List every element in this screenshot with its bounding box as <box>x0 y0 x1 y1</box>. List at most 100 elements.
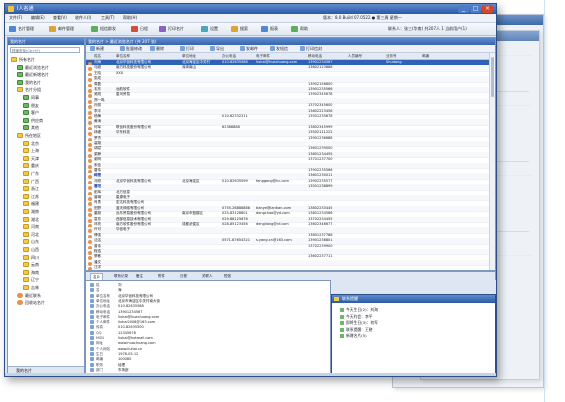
field-value[interactable]: 12345678 <box>118 331 136 335</box>
tree-item[interactable]: 名片分组 <box>17 86 41 93</box>
tree-item[interactable]: 所在地区 <box>17 132 41 139</box>
toolbar-button-1[interactable]: 名片管理 <box>9 25 34 33</box>
tree-item[interactable]: 其他 <box>23 124 39 131</box>
tab-detail[interactable]: 短信 <box>222 273 233 280</box>
tree-item[interactable]: 江苏 <box>23 193 39 200</box>
column-header[interactable]: 姓名 <box>94 53 101 59</box>
field-value[interactable]: 市场部 <box>118 368 129 372</box>
column-header[interactable]: 电子邮件 <box>256 53 270 59</box>
tree-item[interactable]: 天津 <box>23 155 39 162</box>
scroll-thumb[interactable] <box>491 57 494 97</box>
tab-detail[interactable]: 联系记录 <box>112 273 130 280</box>
column-header[interactable]: 单位地址 <box>182 53 196 59</box>
tree-item[interactable]: 云南 <box>23 261 39 268</box>
toolbar-button-9[interactable]: 帮助 <box>291 25 308 33</box>
tree-filter-input[interactable]: 快速查找(Ctrl+F) <box>10 47 80 53</box>
field-value[interactable]: 13901234567 <box>118 310 143 314</box>
toolbar-button-7[interactable]: 搜索 <box>231 25 248 33</box>
tree-item[interactable]: 客户 <box>23 109 39 116</box>
tree-item[interactable]: 朋友 <box>23 102 39 109</box>
menu-view[interactable]: 查看(V) <box>53 15 67 21</box>
menu-recipients[interactable]: 收件人(I) <box>75 15 91 21</box>
tree-item[interactable]: 福建 <box>23 200 39 207</box>
tree-item[interactable]: 海南 <box>23 269 39 276</box>
toolbar-button-5[interactable]: 打印名片 <box>159 25 184 33</box>
column-header[interactable]: 办公电话 <box>222 53 236 59</box>
list-tool-button[interactable]: 打印 <box>180 45 194 52</box>
tree-item[interactable]: 广东 <box>23 170 39 177</box>
toolbar-button-3[interactable]: 短信群发 <box>91 25 116 33</box>
field-value[interactable]: www.huachuang.com <box>118 341 156 345</box>
field-value[interactable]: www.liuhai.cn <box>118 347 142 351</box>
field-value[interactable]: 海 <box>118 288 122 292</box>
column-header[interactable]: 业务号 <box>386 53 397 59</box>
list-tool-button[interactable]: 新建 <box>90 45 104 52</box>
reminder-item[interactable]: 新增名片(5) <box>340 333 367 339</box>
tab-detail[interactable]: 日程 <box>178 273 189 280</box>
tab-detail[interactable]: 备注 <box>134 273 145 280</box>
minimize-button[interactable]: _ <box>458 5 469 13</box>
column-header[interactable]: 移动电话 <box>308 53 322 59</box>
tree-item[interactable]: 浙江 <box>23 185 39 192</box>
tree-item[interactable]: 山东 <box>23 238 39 245</box>
reminder-item[interactable]: 联系提醒：王晓 <box>340 327 373 333</box>
field-value[interactable]: 100080 <box>118 357 131 361</box>
list-tool-button[interactable]: 导出 <box>210 45 224 52</box>
tree-item[interactable]: 广西 <box>23 178 39 185</box>
tree-item[interactable]: 河南 <box>23 223 39 230</box>
menu-file[interactable]: 文件(F) <box>9 15 22 21</box>
list-tool-button[interactable]: 发短信 <box>270 45 288 52</box>
tree-item[interactable]: 最近浏览名片 <box>17 64 49 71</box>
field-value[interactable]: liuhai@huachuang.com <box>118 315 159 319</box>
tab-detail[interactable]: 附件 <box>156 273 167 280</box>
tree-item[interactable]: 河北 <box>23 231 39 238</box>
list-tool-button[interactable]: 打印信封 <box>300 45 322 52</box>
tree-item[interactable]: 北京 <box>23 140 39 147</box>
reminder-item[interactable]: 今天约会：李平 <box>340 314 373 320</box>
tree-item[interactable]: 四川 <box>23 254 39 261</box>
column-header[interactable]: 邮编 <box>422 53 429 59</box>
field-value[interactable]: 1978-05-12 <box>118 352 138 356</box>
title-bar[interactable]: Ⅰ人名通 _ □ × <box>5 4 496 14</box>
toolbar-button-2[interactable]: 邮件管理 <box>49 25 74 33</box>
tree-item[interactable]: 辽宁 <box>23 276 39 283</box>
list-tool-button[interactable]: 删除 <box>150 45 164 52</box>
tree-item[interactable]: 所有名片 <box>11 56 35 63</box>
field-value[interactable]: 经理 <box>118 363 125 367</box>
tree-item[interactable]: 湖南 <box>23 208 39 215</box>
sidebar-footer[interactable]: 我的名片 <box>8 366 84 373</box>
tree-item[interactable]: 回收站名片 <box>17 299 45 306</box>
field-value[interactable]: 010-82635500 <box>118 325 144 329</box>
close-button[interactable]: × <box>482 5 493 13</box>
tree-item[interactable]: 同事 <box>23 94 39 101</box>
tree-item[interactable]: 湖北 <box>23 216 39 223</box>
reminder-item[interactable]: 即将生日(3)：何军 <box>340 320 378 326</box>
tree-item[interactable]: 山西 <box>23 246 39 253</box>
toolbar-button-8[interactable]: 报表 <box>261 25 278 33</box>
toolbar-button-6[interactable]: 设置 <box>201 25 218 33</box>
column-header[interactable]: 单位名称 <box>116 53 130 59</box>
tree-item[interactable]: 上海 <box>23 147 39 154</box>
field-value[interactable]: liuhai2008@163.com <box>118 320 155 324</box>
reminder-item[interactable]: 今天生日(2)：刘海 <box>340 307 378 313</box>
column-header[interactable]: 人员编号 <box>348 53 362 59</box>
tree-item[interactable]: 最近联系 <box>17 292 41 299</box>
field-value[interactable]: 010-82635588 <box>118 304 144 308</box>
tree-item[interactable]: 我的名片 <box>17 79 41 86</box>
toolbar-button-4[interactable]: 日程 <box>131 25 148 33</box>
field-value[interactable]: 北京市海淀区中关村南大街 <box>118 299 160 303</box>
list-tool-button[interactable]: 发邮件 <box>240 45 258 52</box>
field-value[interactable]: 北京华创科技有限公司 <box>118 294 153 298</box>
tree-item[interactable]: 重庆 <box>23 162 39 169</box>
field-value[interactable]: liuhai@hotmail.com <box>118 336 153 340</box>
tree-item[interactable]: 吉林 <box>23 284 39 291</box>
tab-detail[interactable]: 关联人 <box>200 273 215 280</box>
vertical-scrollbar[interactable] <box>489 53 495 270</box>
menu-tools[interactable]: 工具(T) <box>101 15 115 21</box>
maximize-button[interactable]: □ <box>470 5 481 13</box>
field-value[interactable]: 刘 <box>118 283 122 287</box>
list-tool-button[interactable]: 批量修改 <box>120 45 142 52</box>
tree-item[interactable]: 供应商 <box>23 117 43 124</box>
menu-help[interactable]: 帮助(H) <box>123 15 137 21</box>
menu-edit[interactable]: 编辑(E) <box>31 15 45 21</box>
